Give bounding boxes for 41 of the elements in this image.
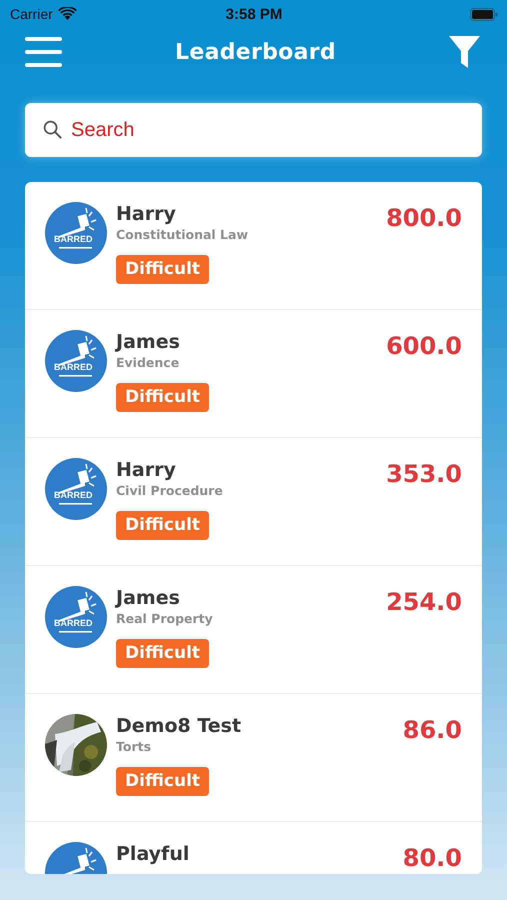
- score-value: 254.0: [386, 588, 462, 616]
- subject-label: Torts: [116, 739, 152, 754]
- leaderboard-row[interactable]: Playful 80.0: [25, 822, 482, 874]
- difficulty-badge: Difficult: [116, 255, 210, 284]
- subject-label: Evidence: [116, 355, 180, 370]
- score-value: 800.0: [386, 204, 462, 232]
- player-name: Demo8 Test: [116, 714, 242, 738]
- search-icon: [43, 120, 62, 139]
- score-value: 353.0: [386, 460, 462, 488]
- player-name: Playful: [116, 842, 190, 866]
- player-name: James: [116, 330, 180, 354]
- logo-text: BARRED: [54, 235, 93, 244]
- status-time: 3:58 PM: [226, 6, 282, 22]
- menu-icon[interactable]: [25, 36, 62, 68]
- subject-label: Real Property: [116, 611, 213, 626]
- logo-text: BARRED: [54, 619, 93, 628]
- search-field[interactable]: Search: [25, 103, 482, 157]
- subject-label: Constitutional Law: [116, 227, 248, 242]
- difficulty-badge: Difficult: [116, 639, 210, 668]
- screen-title: Leaderboard: [175, 40, 336, 64]
- score-value: 600.0: [386, 332, 462, 360]
- logo-text: BARRED: [54, 491, 93, 500]
- player-name: Harry: [116, 202, 176, 226]
- filter-icon[interactable]: [448, 36, 480, 68]
- leaderboard-row[interactable]: BARRED Harry Civil Procedure Difficult 353.0: [25, 438, 482, 566]
- score-value: 80.0: [402, 844, 462, 872]
- leaderboard-row[interactable]: BARRED James Real Property Difficult 254.0: [25, 566, 482, 694]
- difficulty-badge: Difficult: [116, 383, 210, 412]
- leaderboard-row[interactable]: BARRED Harry Constitutional Law Difficult 800.0: [25, 182, 482, 310]
- difficulty-badge: Difficult: [116, 767, 210, 796]
- battery-icon: [470, 8, 498, 20]
- leaderboard-row[interactable]: Demo8 Test Torts Difficult 86.0: [25, 694, 482, 822]
- subject-label: Civil Procedure: [116, 483, 223, 498]
- leaderboard-row[interactable]: BARRED James Evidence Difficult 600.0: [25, 310, 482, 438]
- score-value: 86.0: [402, 716, 462, 744]
- carrier-label: Carrier: [10, 6, 53, 22]
- player-name: Harry: [116, 458, 176, 482]
- wifi-icon: [58, 7, 77, 21]
- difficulty-badge: Difficult: [116, 511, 210, 540]
- player-name: James: [116, 586, 180, 610]
- logo-text: BARRED: [54, 363, 93, 372]
